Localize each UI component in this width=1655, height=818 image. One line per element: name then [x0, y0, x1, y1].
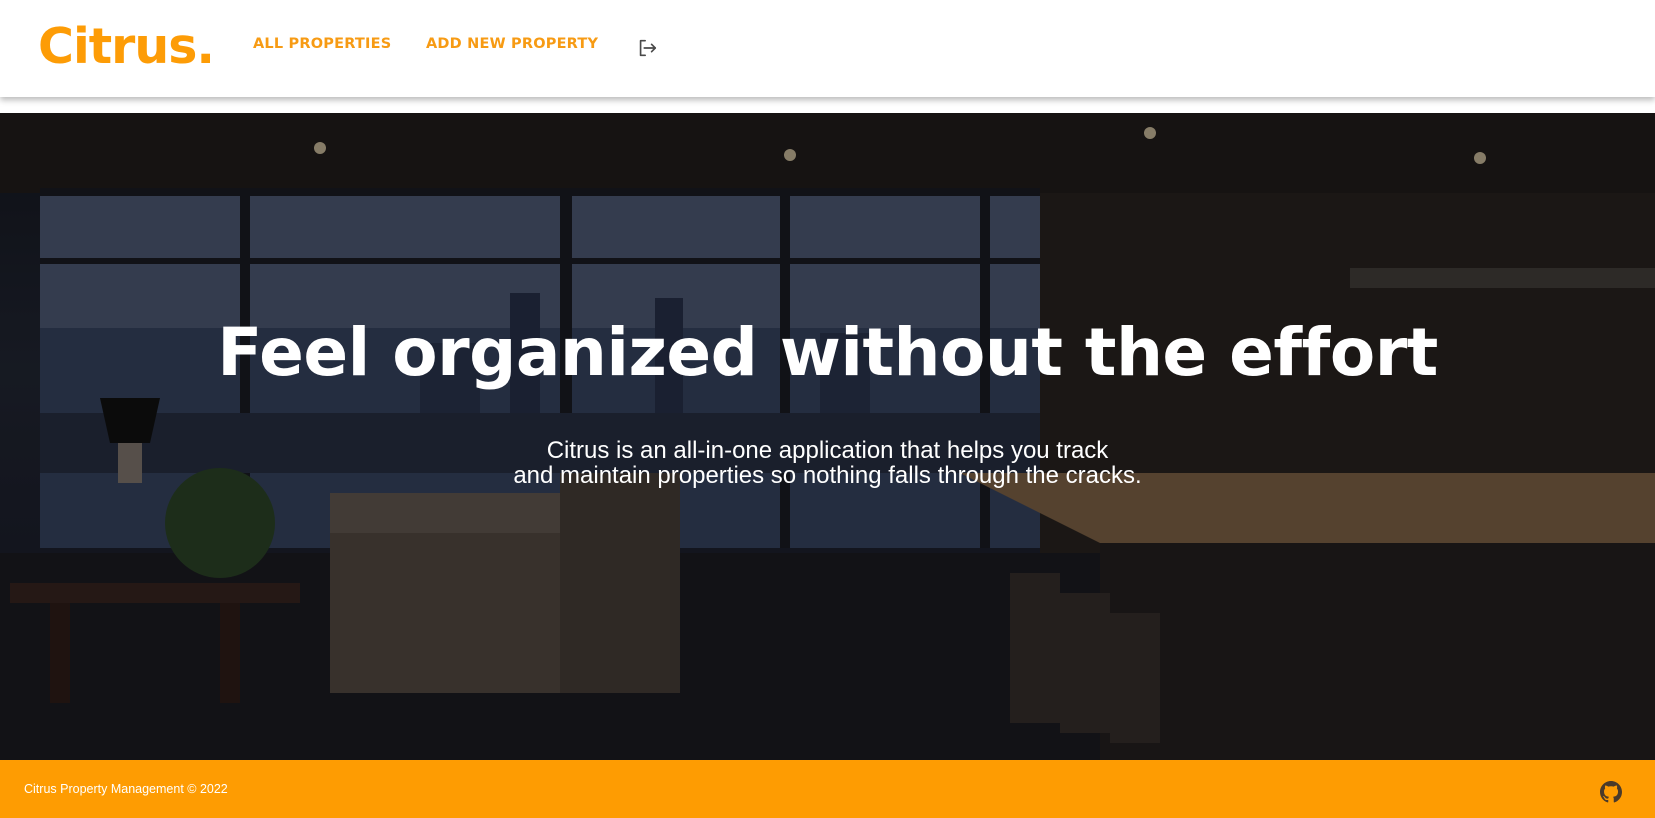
navbar: Citrus. ALL PROPERTIES ADD NEW PROPERTY: [0, 0, 1655, 97]
nav-link-add-new-property[interactable]: ADD NEW PROPERTY: [426, 36, 598, 52]
github-icon[interactable]: [1600, 781, 1622, 803]
footer-copyright: Citrus Property Management © 2022: [24, 782, 228, 796]
hero-subtitle-line-2: and maintain properties so nothing falls…: [513, 462, 1142, 489]
logout-icon[interactable]: [636, 37, 658, 59]
hero-title: Feel organized without the effort: [217, 314, 1438, 391]
hero-section: Feel organized without the effort Citrus…: [0, 113, 1655, 760]
footer: Citrus Property Management © 2022: [0, 760, 1655, 818]
hero-subtitle-line-1: Citrus is an all-in-one application that…: [546, 437, 1109, 464]
nav-link-all-properties[interactable]: ALL PROPERTIES: [253, 36, 391, 52]
logo[interactable]: Citrus.: [38, 14, 215, 80]
